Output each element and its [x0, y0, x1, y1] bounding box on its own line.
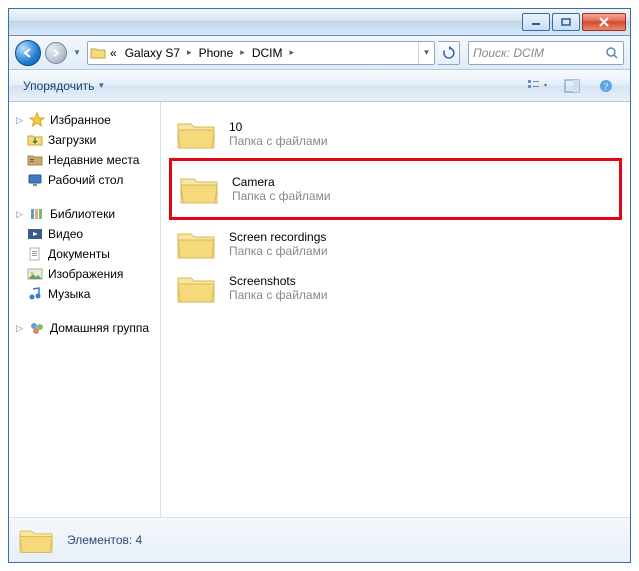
breadcrumb-prefix: «: [106, 42, 121, 64]
star-icon: [29, 112, 45, 128]
homegroup-icon: [29, 320, 45, 336]
chevron-down-icon: ▼: [97, 81, 105, 90]
sidebar-item-label: Библиотеки: [50, 207, 115, 221]
expand-icon[interactable]: ▷: [15, 115, 24, 126]
folder-item[interactable]: Screen recordingsПапка с файлами: [169, 222, 622, 266]
chevron-right-icon[interactable]: ▸: [237, 47, 248, 58]
folder-icon: [178, 171, 220, 207]
folder-name: Screenshots: [229, 274, 328, 288]
toolbar: Упорядочить ▼ ?: [9, 70, 630, 102]
folder-icon: [175, 116, 217, 152]
documents-icon: [27, 246, 43, 262]
sidebar-item-label: Загрузки: [48, 133, 96, 147]
history-dropdown[interactable]: ▼: [71, 44, 83, 62]
folder-subtitle: Папка с файлами: [229, 134, 328, 148]
sidebar-item-label: Видео: [48, 227, 83, 241]
sidebar-item-label: Рабочий стол: [48, 173, 123, 187]
sidebar-item-libraries[interactable]: ▷ Библиотеки: [9, 204, 160, 224]
sidebar-item-label: Документы: [48, 247, 110, 261]
sidebar-item-label: Изображения: [48, 267, 123, 281]
search-input[interactable]: Поиск: DCIM: [468, 41, 624, 65]
videos-icon: [27, 226, 43, 242]
folder-subtitle: Папка с файлами: [229, 288, 328, 302]
folder-icon: [90, 45, 106, 61]
sidebar-item-label: Домашняя группа: [50, 321, 149, 335]
content-pane[interactable]: 10Папка с файламиCameraПапка с файламиSc…: [161, 102, 630, 517]
downloads-icon: [27, 132, 43, 148]
homegroup-group: ▷ Домашняя группа: [9, 318, 160, 338]
folder-item[interactable]: 10Папка с файлами: [169, 112, 622, 156]
folder-icon: [17, 524, 55, 556]
search-placeholder: Поиск: DCIM: [473, 46, 544, 60]
favorites-group: ▷ Избранное Загрузки Недавние места Ра: [9, 110, 160, 190]
desktop-icon: [27, 172, 43, 188]
folder-name: 10: [229, 120, 328, 134]
refresh-button[interactable]: [438, 41, 460, 65]
expand-icon[interactable]: ▷: [15, 323, 24, 334]
libraries-icon: [29, 206, 45, 222]
folder-text: Screen recordingsПапка с файлами: [229, 230, 328, 258]
titlebar: [9, 9, 630, 36]
status-text: Элементов: 4: [67, 533, 142, 547]
sidebar-item-favorites[interactable]: ▷ Избранное: [9, 110, 160, 130]
folder-icon: [175, 270, 217, 306]
folder-subtitle: Папка с файлами: [229, 244, 328, 258]
folder-text: ScreenshotsПапка с файлами: [229, 274, 328, 302]
preview-pane-button[interactable]: [556, 75, 588, 97]
chevron-right-icon[interactable]: ▸: [286, 47, 297, 58]
search-icon: [605, 46, 619, 60]
navigation-pane: ▷ Избранное Загрузки Недавние места Ра: [9, 102, 161, 517]
address-bar[interactable]: « Galaxy S7 ▸ Phone ▸ DCIM ▸ ▾: [87, 41, 435, 65]
maximize-button[interactable]: [552, 13, 580, 31]
close-button[interactable]: [582, 13, 626, 31]
organize-button[interactable]: Упорядочить ▼: [17, 75, 111, 97]
back-button[interactable]: [15, 40, 41, 66]
breadcrumb-item[interactable]: Phone: [195, 42, 238, 64]
expand-icon[interactable]: ▷: [15, 209, 24, 220]
folder-name: Screen recordings: [229, 230, 328, 244]
folder-name: Camera: [232, 175, 331, 189]
libraries-group: ▷ Библиотеки Видео Документы Изображения: [9, 204, 160, 304]
sidebar-item-pictures[interactable]: Изображения: [9, 264, 160, 284]
sidebar-item-label: Избранное: [50, 113, 111, 127]
explorer-window: ▼ « Galaxy S7 ▸ Phone ▸ DCIM ▸ ▾ Поиск: …: [8, 8, 631, 563]
pictures-icon: [27, 266, 43, 282]
sidebar-item-downloads[interactable]: Загрузки: [9, 130, 160, 150]
svg-text:?: ?: [604, 82, 609, 93]
folder-item[interactable]: ScreenshotsПапка с файлами: [169, 266, 622, 310]
folder-item[interactable]: CameraПапка с файлами: [169, 158, 622, 220]
sidebar-item-videos[interactable]: Видео: [9, 224, 160, 244]
sidebar-item-label: Музыка: [48, 287, 90, 301]
folder-icon: [175, 226, 217, 262]
status-bar: Элементов: 4: [9, 517, 630, 562]
sidebar-item-documents[interactable]: Документы: [9, 244, 160, 264]
recent-icon: [27, 152, 43, 168]
navigation-bar: ▼ « Galaxy S7 ▸ Phone ▸ DCIM ▸ ▾ Поиск: …: [9, 36, 630, 70]
chevron-right-icon[interactable]: ▸: [184, 47, 195, 58]
folder-text: CameraПапка с файлами: [232, 175, 331, 203]
sidebar-item-recent[interactable]: Недавние места: [9, 150, 160, 170]
forward-button[interactable]: [45, 42, 67, 64]
sidebar-item-desktop[interactable]: Рабочий стол: [9, 170, 160, 190]
sidebar-item-music[interactable]: Музыка: [9, 284, 160, 304]
body: ▷ Избранное Загрузки Недавние места Ра: [9, 102, 630, 517]
window-controls: [522, 13, 626, 31]
folder-subtitle: Папка с файлами: [232, 189, 331, 203]
sidebar-item-label: Недавние места: [48, 153, 139, 167]
minimize-button[interactable]: [522, 13, 550, 31]
view-options-button[interactable]: [522, 75, 554, 97]
folder-text: 10Папка с файлами: [229, 120, 328, 148]
breadcrumb-item[interactable]: DCIM: [248, 42, 287, 64]
sidebar-item-homegroup[interactable]: ▷ Домашняя группа: [9, 318, 160, 338]
music-icon: [27, 286, 43, 302]
organize-label: Упорядочить: [23, 79, 94, 93]
help-button[interactable]: ?: [590, 75, 622, 97]
address-dropdown[interactable]: ▾: [418, 42, 434, 64]
breadcrumb-item[interactable]: Galaxy S7: [121, 42, 184, 64]
